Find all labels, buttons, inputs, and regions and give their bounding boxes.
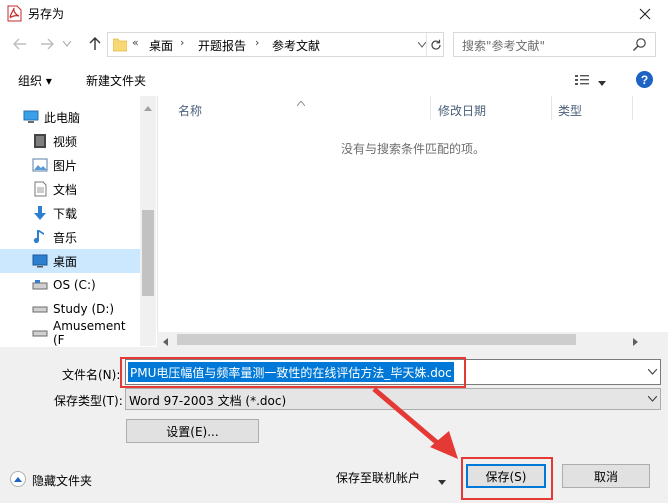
nav-item-videos[interactable]: 视频 [0, 129, 140, 153]
arrow-left-icon [13, 38, 26, 50]
horizontal-scrollbar[interactable] [157, 332, 668, 347]
computer-icon [23, 109, 39, 125]
music-icon [32, 229, 48, 245]
nav-item-this-pc[interactable]: 此电脑 [0, 105, 140, 129]
hide-folders-button[interactable]: 隐藏文件夹 [32, 472, 92, 489]
chevron-down-icon [63, 41, 71, 47]
column-divider[interactable] [430, 96, 431, 120]
navigation-pane: 此电脑 视频 图片 文档 下载 音乐 桌面 OS (C:) Study (D:)… [0, 96, 156, 346]
download-icon [32, 205, 48, 221]
chevron-down-icon [417, 41, 426, 48]
nav-item-music[interactable]: 音乐 [0, 225, 140, 249]
empty-message: 没有与搜索条件匹配的项。 [341, 142, 486, 156]
drive-icon [32, 277, 48, 293]
chevron-down-icon [647, 369, 657, 375]
organize-button[interactable]: 组织 ▾ [18, 72, 52, 89]
nav-item-label: 图片 [53, 158, 78, 173]
video-icon [32, 133, 48, 149]
filename-label: 文件名(N): [62, 368, 121, 382]
documents-icon [32, 181, 48, 197]
nav-item-label: 此电脑 [44, 110, 81, 125]
pdf-app-icon [7, 5, 22, 22]
annotation-highlight-save [461, 457, 553, 500]
search-icon[interactable] [632, 37, 648, 53]
close-button[interactable] [622, 0, 668, 28]
pictures-icon [32, 157, 48, 173]
title-bar [0, 0, 668, 28]
breadcrumb-separator-icon: › [255, 36, 260, 49]
help-icon[interactable]: ? [636, 71, 653, 88]
arrow-up-icon [89, 37, 101, 50]
column-divider[interactable] [632, 96, 633, 120]
scroll-up-icon[interactable] [144, 100, 152, 114]
cancel-button[interactable]: 取消 [562, 464, 650, 488]
save-to-online-account-button[interactable]: 保存至联机帐户 [336, 469, 420, 486]
breadcrumb-desktop[interactable]: 桌面 [149, 37, 173, 54]
search-input[interactable]: 搜索"参考文献" [453, 32, 656, 57]
forward-button[interactable] [37, 33, 57, 55]
annotation-highlight-filename [120, 357, 466, 388]
view-dropdown-icon[interactable] [598, 76, 606, 90]
nav-item-drive-d[interactable]: Study (D:) [0, 297, 140, 321]
breadcrumb-separator-icon: › [180, 36, 185, 49]
new-folder-button[interactable]: 新建文件夹 [86, 72, 146, 89]
nav-item-label: 视频 [53, 134, 78, 149]
search-placeholder: 搜索"参考文献" [462, 39, 546, 53]
overflow-chevron[interactable]: « [132, 36, 139, 49]
drive-icon [32, 301, 48, 317]
save-type-label: 保存类型(T): [54, 394, 123, 408]
sort-up-icon [296, 95, 306, 109]
refresh-button[interactable] [426, 33, 444, 56]
refresh-icon [430, 39, 441, 50]
nav-item-pictures[interactable]: 图片 [0, 153, 140, 177]
nav-item-label: Amusement (F [53, 319, 126, 346]
nav-item-documents[interactable]: 文档 [0, 177, 140, 201]
breadcrumb-references[interactable]: 参考文献 [272, 37, 320, 54]
column-divider[interactable] [551, 96, 552, 120]
toolbar: 组织 ▾ 新建文件夹 [0, 64, 668, 96]
save-type-value: Word 97-2003 文档 (*.doc) [129, 394, 287, 408]
address-bar[interactable]: « 桌面 › 开题报告 › 参考文献 [107, 32, 444, 57]
nav-item-drive-f[interactable]: Amusement (F [0, 319, 140, 346]
nav-item-desktop[interactable]: 桌面 [0, 249, 140, 273]
hide-folders-toggle-icon[interactable] [10, 471, 26, 487]
filename-history-dropdown[interactable] [644, 362, 660, 382]
nav-item-label: 下载 [53, 206, 78, 221]
settings-button[interactable]: 设置(E)... [126, 419, 259, 443]
nav-item-label: 文档 [53, 182, 78, 197]
nav-item-label: 桌面 [53, 254, 78, 269]
horizontal-scroll-thumb[interactable] [177, 334, 576, 345]
nav-item-label: Study (D:) [53, 302, 115, 316]
recent-locations-button[interactable] [60, 33, 74, 55]
drive-icon [32, 325, 48, 341]
arrow-right-icon [41, 38, 54, 50]
back-button[interactable] [10, 33, 30, 55]
window-title: 另存为 [28, 7, 65, 21]
breadcrumb-proposal[interactable]: 开题报告 [198, 37, 246, 54]
column-header-modified[interactable]: 修改日期 [438, 102, 486, 119]
save-type-dropdown[interactable] [644, 389, 660, 409]
nav-item-downloads[interactable]: 下载 [0, 201, 140, 225]
chevron-down-icon [647, 396, 657, 402]
column-header-name[interactable]: 名称 [178, 102, 202, 119]
file-list: 名称 修改日期 类型 没有与搜索条件匹配的项。 [157, 96, 668, 346]
folder-icon [112, 37, 128, 52]
desktop-icon [32, 253, 48, 269]
up-button[interactable] [85, 33, 105, 55]
nav-item-drive-c[interactable]: OS (C:) [0, 273, 140, 297]
save-online-dropdown-icon[interactable] [438, 474, 446, 488]
nav-pane-scroll-thumb[interactable] [142, 210, 154, 296]
view-options-icon[interactable] [574, 72, 590, 88]
close-icon [639, 8, 651, 20]
nav-item-label: OS (C:) [53, 278, 96, 292]
nav-item-label: 音乐 [53, 230, 78, 245]
save-type-select[interactable]: Word 97-2003 文档 (*.doc) [125, 388, 661, 410]
column-header-type[interactable]: 类型 [558, 102, 582, 119]
